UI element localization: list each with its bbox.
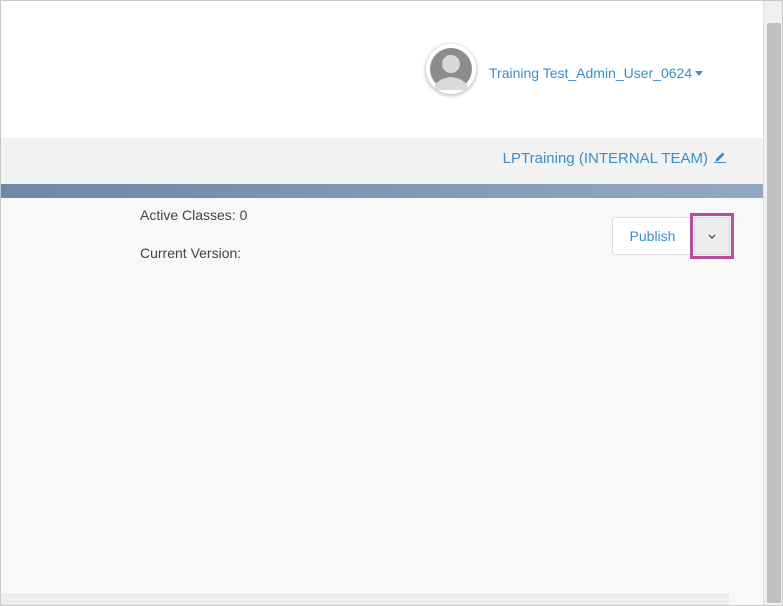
- highlight-box: [690, 213, 734, 259]
- vertical-scrollbar[interactable]: [763, 1, 782, 605]
- publish-button[interactable]: Publish: [612, 217, 692, 255]
- publish-button-group: Publish: [612, 213, 734, 259]
- header: Training Test_Admin_User_0624: [1, 1, 763, 138]
- main-content: Publish: [1, 198, 763, 605]
- caret-down-icon[interactable]: [695, 70, 704, 76]
- bottom-strip: [1, 594, 729, 605]
- user-avatar-icon[interactable]: [426, 44, 476, 94]
- active-classes-text: Active Classes: 0: [140, 207, 248, 223]
- browser-frame: Training Test_Admin_User_0624 LPTraining…: [0, 0, 783, 606]
- publish-dropdown-toggle[interactable]: [694, 217, 730, 255]
- user-name[interactable]: Training Test_Admin_User_0624: [489, 64, 692, 82]
- org-name[interactable]: LPTraining (INTERNAL TEAM): [503, 149, 708, 169]
- scrollbar-thumb[interactable]: [767, 23, 781, 603]
- accent-bar: [1, 184, 763, 198]
- pencil-icon[interactable]: [714, 149, 726, 169]
- current-version-text: Current Version:: [140, 245, 242, 261]
- org-link[interactable]: LPTraining (INTERNAL TEAM): [503, 149, 726, 169]
- org-bar: LPTraining (INTERNAL TEAM): [1, 138, 763, 184]
- user-menu[interactable]: Training Test_Admin_User_0624: [489, 64, 704, 82]
- chevron-down-icon: [708, 234, 716, 239]
